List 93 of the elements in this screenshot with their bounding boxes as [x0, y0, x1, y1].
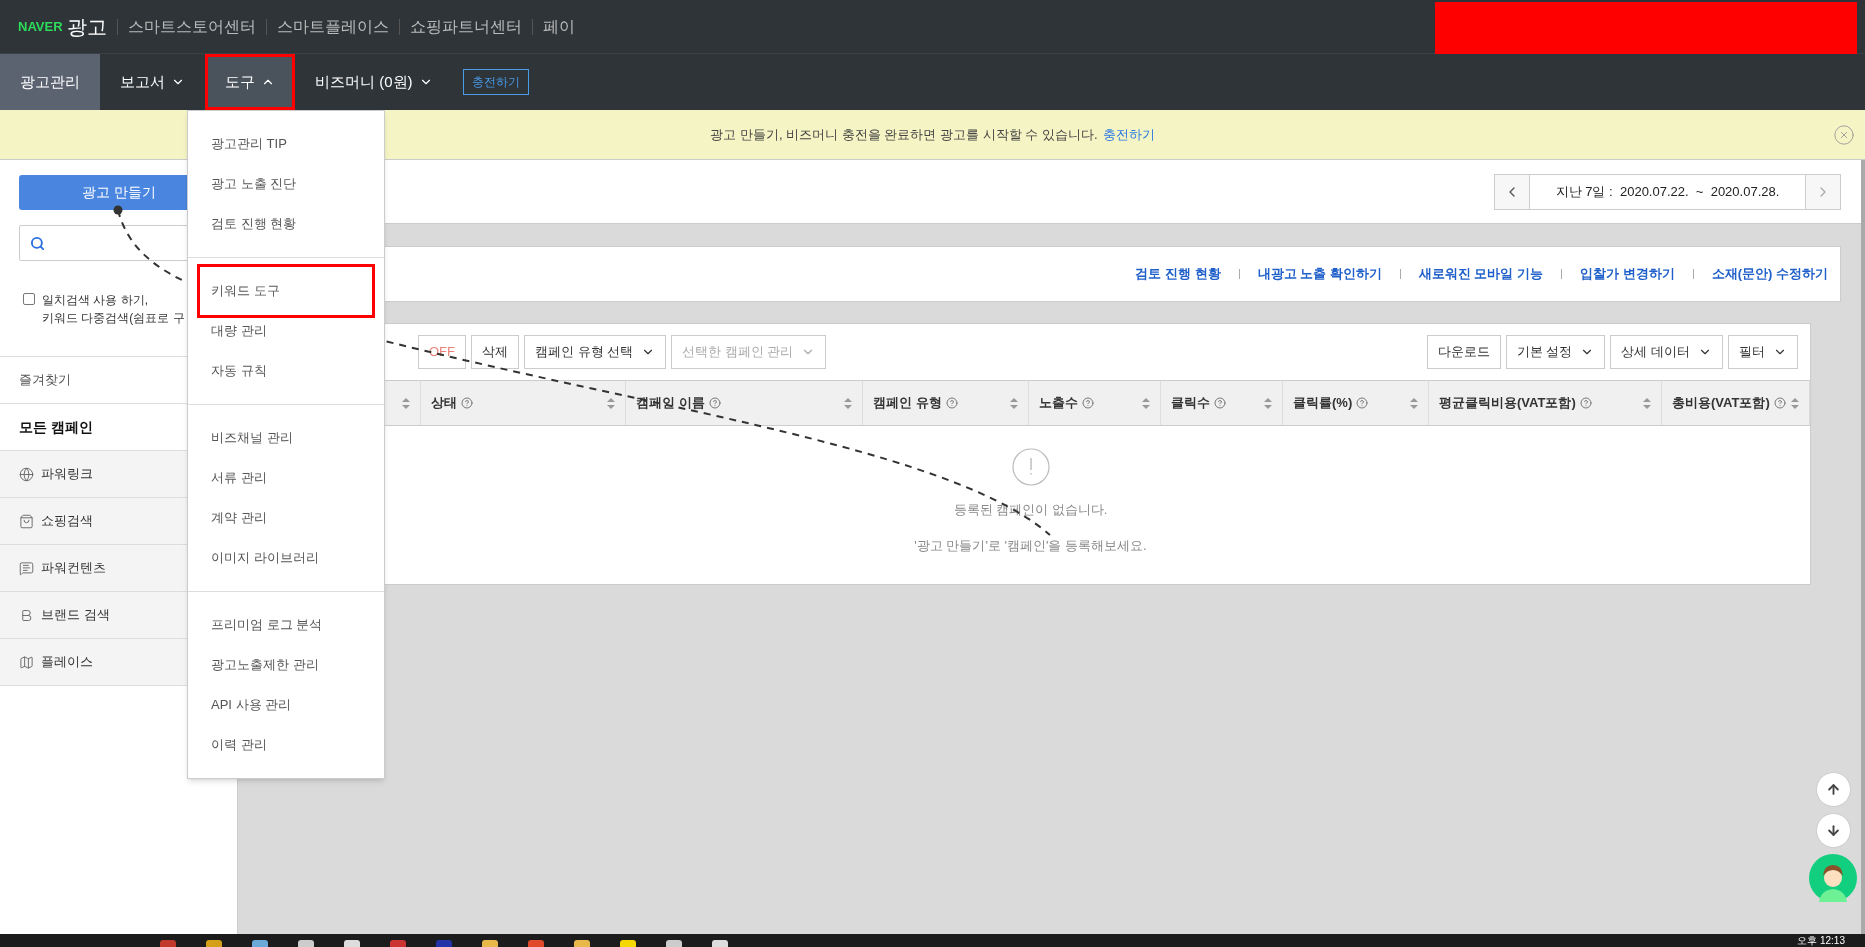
checkbox[interactable]: [23, 293, 35, 305]
help-icon[interactable]: [1082, 397, 1094, 409]
logo-brand[interactable]: NAVER: [18, 16, 63, 37]
next-button[interactable]: [1805, 173, 1841, 210]
taskbar-icon[interactable]: [160, 940, 176, 947]
taskbar-icon[interactable]: [298, 940, 314, 947]
dropdown-button[interactable]: 캠페인 유형 선택: [524, 335, 667, 369]
nav-tab[interactable]: 광고관리: [0, 54, 100, 110]
campaign-type-label: 파워컨텐츠: [41, 559, 106, 578]
checkbox-label: 일치검색 사용 하기,: [42, 292, 149, 309]
sort-icon[interactable]: [1142, 397, 1150, 409]
speech-bubble-icon: [19, 560, 34, 576]
quick-link[interactable]: 내광고 노출 확인하기: [1257, 264, 1382, 284]
globe-icon: [19, 466, 34, 482]
menu-item[interactable]: 이력 관리: [197, 725, 375, 765]
taskbar-icon[interactable]: [528, 940, 544, 947]
charge-button[interactable]: 충전하기: [462, 69, 529, 95]
nav-tab[interactable]: 비즈머니 (0원): [295, 54, 453, 110]
help-icon[interactable]: [1773, 397, 1786, 409]
warning-icon: [1011, 448, 1050, 486]
taskbar-icon[interactable]: [252, 940, 268, 947]
quick-link[interactable]: 검토 진행 현황: [1135, 264, 1221, 284]
column-header: 총비용(VAT포함): [1672, 394, 1770, 413]
column-header: 클릭률(%): [1293, 394, 1353, 413]
dropdown-button[interactable]: 필터: [1728, 335, 1798, 369]
map-icon: [19, 654, 34, 670]
campaign-type-label: 파워링크: [41, 465, 93, 484]
header-link[interactable]: 스마트플레이스: [276, 14, 389, 39]
taskbar-icon[interactable]: [344, 940, 360, 947]
sidebar-item[interactable]: 즐겨찾기: [19, 370, 71, 390]
taskbar-icon[interactable]: [712, 940, 728, 947]
notice-text: 광고 만들기, 비즈머니 충전을 완료하면 광고를 시작할 수 있습니다.: [710, 125, 1098, 144]
sort-icon[interactable]: [1010, 397, 1018, 409]
campaign-type-label: 플레이스: [41, 653, 93, 672]
column-header: 클릭수: [1171, 394, 1210, 413]
column-header: 상태: [431, 394, 457, 413]
clock-text: 오후 12:13: [1797, 934, 1845, 947]
header-link[interactable]: 쇼핑파트너센터: [409, 14, 522, 39]
help-icon[interactable]: [1356, 397, 1369, 409]
menu-item[interactable]: 자동 규칙: [197, 351, 375, 391]
help-icon[interactable]: [1579, 397, 1592, 409]
quick-link[interactable]: 새로워진 모바일 기능: [1418, 264, 1544, 284]
taskbar-icon[interactable]: [436, 940, 452, 947]
close-icon[interactable]: [1833, 123, 1855, 146]
taskbar-icon[interactable]: [620, 940, 636, 947]
date-range-text[interactable]: 지난 7일 : 2020.07.22. ~ 2020.07.28.: [1530, 173, 1805, 210]
dropdown-button[interactable]: 상세 데이터: [1610, 335, 1723, 369]
sort-icon[interactable]: [844, 397, 852, 409]
search-icon: [30, 235, 45, 251]
taskbar-icon[interactable]: [666, 940, 682, 947]
taskbar-icon[interactable]: [574, 940, 590, 947]
help-icon[interactable]: [945, 397, 958, 409]
menu-item[interactable]: 키워드 도구: [197, 264, 375, 318]
shopping-bag-icon: [19, 513, 34, 529]
campaign-type-label: 쇼핑검색: [41, 512, 93, 531]
empty-hint: '광고 만들기'로 '캠페인'을 등록해보세요.: [914, 536, 1147, 555]
nav-tab[interactable]: 도구: [205, 54, 295, 110]
letter-b-icon: [19, 607, 34, 623]
charge-link[interactable]: 충전하기: [1102, 124, 1155, 145]
taskbar-icon[interactable]: [206, 940, 222, 947]
campaign-type-label: 브랜드 검색: [41, 606, 110, 625]
previous-button[interactable]: [1494, 173, 1530, 210]
sort-icon[interactable]: [1410, 397, 1418, 409]
sort-icon[interactable]: [402, 397, 410, 409]
menu-item[interactable]: 광고관리 TIP: [197, 124, 375, 164]
arrow-down-icon: [1825, 823, 1841, 838]
taskbar-icon[interactable]: [390, 940, 406, 947]
column-header: 노출수: [1039, 394, 1078, 413]
sort-icon[interactable]: [1264, 397, 1272, 409]
column-header: 캠페인 유형: [873, 394, 942, 413]
sort-icon[interactable]: [1643, 397, 1651, 409]
help-icon[interactable]: [461, 397, 473, 409]
column-header: 평균클릭비용(VAT포함): [1439, 394, 1576, 413]
menu-item[interactable]: API 사용 관리: [197, 685, 375, 725]
checkbox-label: 키워드 다중검색(쉼표로 구: [42, 310, 185, 327]
support-avatar-icon[interactable]: [1809, 854, 1857, 902]
help-icon[interactable]: [708, 397, 721, 409]
toolbar-button[interactable]: 삭제: [471, 335, 519, 369]
header-link[interactable]: 페이: [542, 14, 575, 39]
sort-icon[interactable]: [607, 397, 615, 409]
empty-message: 등록된 캠페인이 없습니다.: [953, 501, 1108, 519]
dropdown-button[interactable]: 기본 설정: [1505, 335, 1606, 369]
nav-tab[interactable]: 보고서: [100, 54, 205, 110]
quick-link[interactable]: 입찰가 변경하기: [1580, 264, 1675, 284]
scrollbar[interactable]: [1861, 160, 1865, 934]
sidebar-heading[interactable]: 모든 캠페인: [19, 416, 93, 438]
toolbar-button[interactable]: 다운로드: [1426, 335, 1501, 369]
logo-service[interactable]: 광고: [66, 11, 107, 42]
taskbar-icon[interactable]: [482, 940, 498, 947]
help-icon[interactable]: [1214, 397, 1226, 409]
quick-link[interactable]: 소재(문안) 수정하기: [1711, 264, 1828, 284]
header-link[interactable]: 스마트스토어센터: [127, 14, 256, 39]
sort-icon[interactable]: [1791, 397, 1799, 409]
